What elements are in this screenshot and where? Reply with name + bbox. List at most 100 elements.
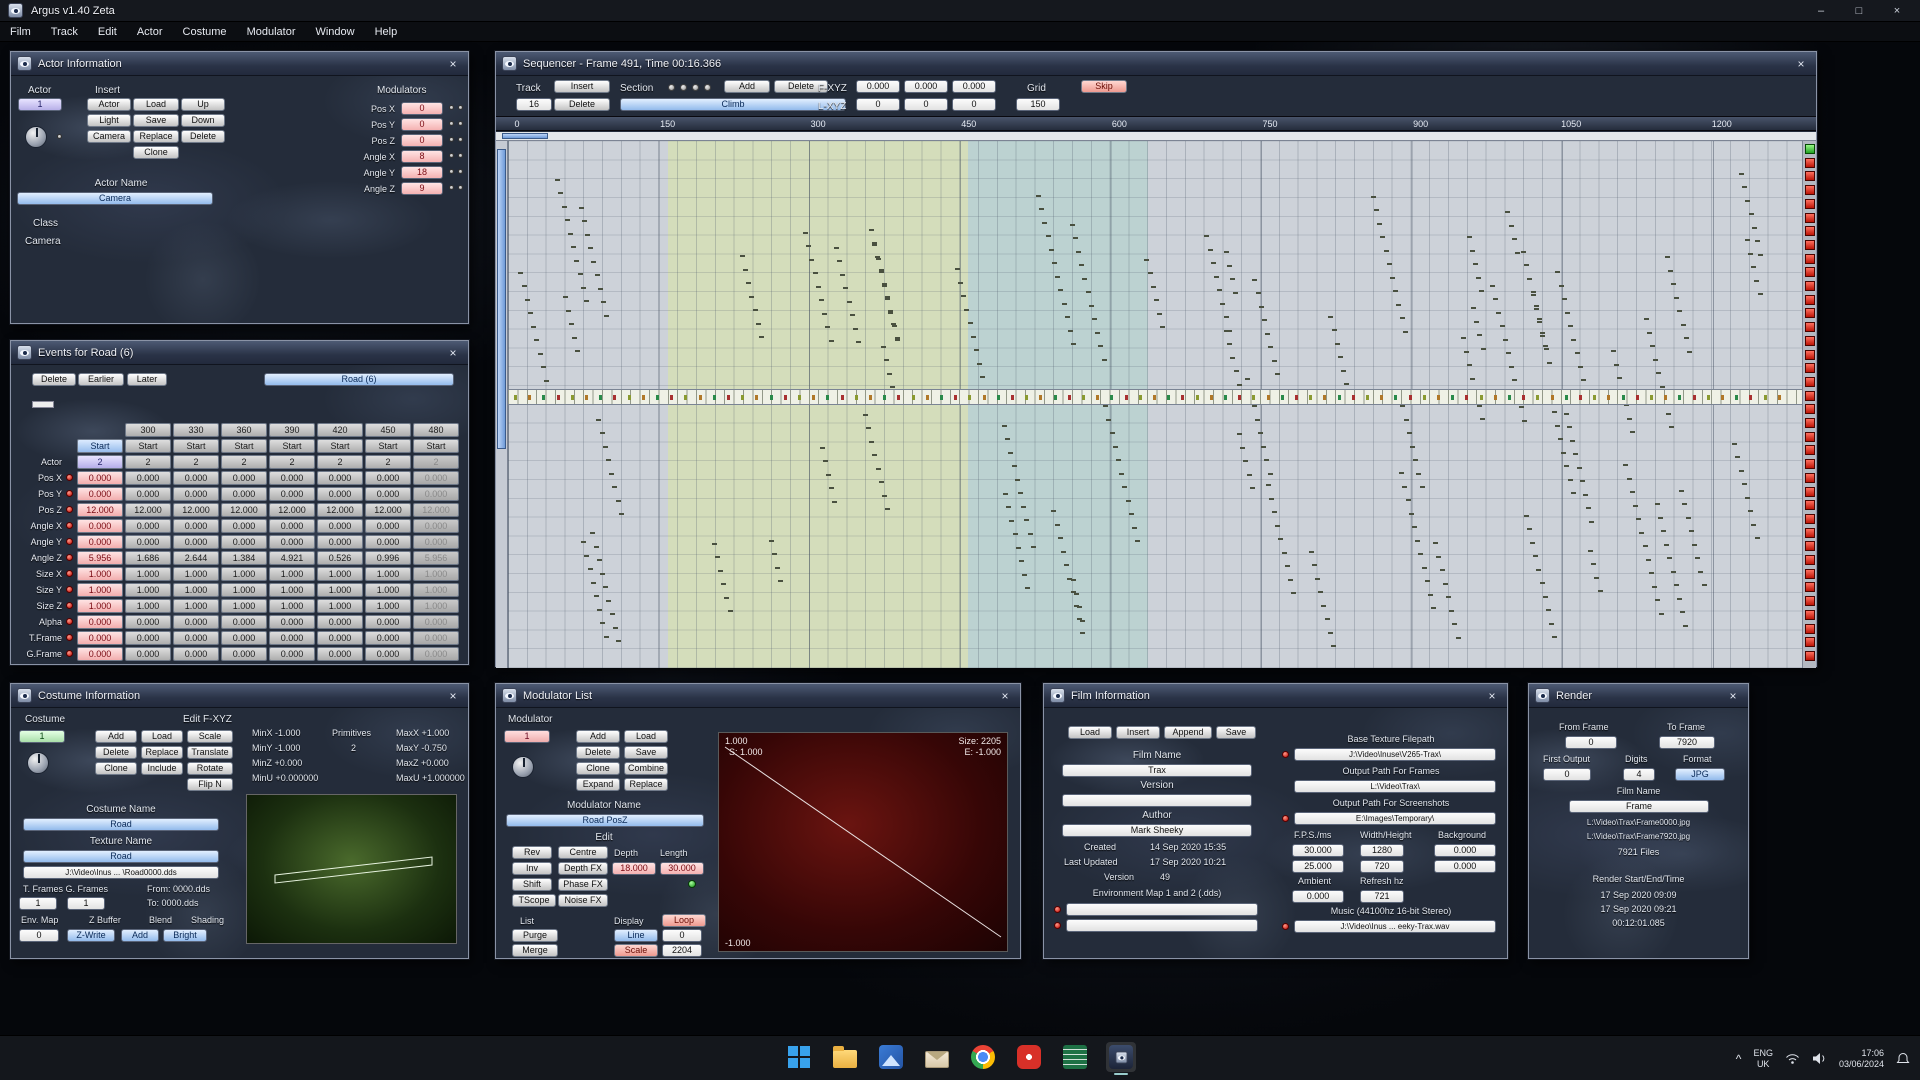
base-path-field[interactable]: J:\Video\Inuse\V265-Trax\ [1294,748,1496,761]
events-current-value[interactable]: 12.000 [77,503,123,517]
band-event-dot[interactable] [1749,395,1752,400]
event-mark[interactable] [1390,277,1395,279]
events-cell[interactable]: 1.000 [125,567,171,581]
event-mark[interactable] [1644,318,1649,320]
events-cell[interactable]: 1.000 [413,599,459,613]
clone-button[interactable]: Clone [133,146,179,159]
insert-button[interactable]: Insert [1116,726,1160,739]
band-event-dot[interactable] [983,395,986,400]
events-cell[interactable]: 1.000 [173,567,219,581]
track-mute-square[interactable] [1805,445,1815,455]
event-mark[interactable] [1758,293,1763,295]
events-cell[interactable]: 4.921 [269,551,315,565]
event-mark[interactable] [756,323,761,325]
event-mark[interactable] [1575,352,1580,354]
band-event-dot[interactable] [770,395,773,400]
band-event-dot[interactable] [1678,395,1681,400]
tray-expand-chevron-icon[interactable]: ^ [1736,1052,1742,1066]
modulator-mini-dot[interactable] [458,185,463,190]
event-mark[interactable] [1237,384,1242,386]
events-target-field[interactable]: Road (6) [264,373,454,386]
band-event-dot[interactable] [954,395,957,400]
loop-button[interactable]: Loop [662,914,706,927]
camera-button[interactable]: Camera [87,130,131,143]
event-mark[interactable] [1425,580,1430,582]
event-mark[interactable] [980,376,985,378]
record-dot[interactable] [66,522,73,529]
delete-event-button[interactable]: Delete [32,373,76,386]
events-cell[interactable]: 0.000 [221,471,267,485]
event-mark[interactable] [1002,425,1007,427]
app-titlebar[interactable]: Argus v1.40 Zeta [0,0,1920,22]
event-mark[interactable] [616,640,621,642]
minimize-icon[interactable] [1806,5,1836,17]
band-event-dot[interactable] [1508,395,1511,400]
event-mark[interactable] [718,570,723,572]
include-button[interactable]: Include [141,762,183,775]
event-mark[interactable] [1211,262,1216,264]
event-mark[interactable] [1461,337,1466,339]
events-cell[interactable]: 0.000 [269,519,315,533]
event-mark[interactable] [1331,645,1336,647]
event-mark[interactable] [1534,305,1539,307]
band-event-dot[interactable] [1522,395,1525,400]
band-event-dot[interactable] [755,395,758,400]
event-mark[interactable] [1144,259,1149,261]
inv-button[interactable]: Inv [512,862,552,875]
event-mark[interactable] [1436,556,1441,558]
band-event-dot[interactable] [1210,395,1213,400]
event-mark[interactable] [1739,173,1744,175]
event-mark[interactable] [1073,237,1078,239]
event-mark[interactable] [1262,319,1267,321]
event-mark[interactable] [597,609,602,611]
events-column-header[interactable]: 300 [125,423,171,437]
band-event-dot[interactable] [670,395,673,400]
event-mark[interactable] [1256,292,1261,294]
event-mark[interactable] [1204,235,1209,237]
event-mark[interactable] [1546,609,1551,611]
event-mark[interactable] [1652,586,1657,588]
event-mark[interactable] [778,580,783,582]
modulator-value-field[interactable]: 18 [401,166,443,179]
event-mark[interactable] [829,487,834,489]
event-mark[interactable] [1739,470,1744,472]
band-event-dot[interactable] [542,395,545,400]
events-cell[interactable]: 12.000 [269,503,315,517]
events-cell[interactable]: 0.000 [221,631,267,645]
event-mark[interactable] [1536,569,1541,571]
env1-field[interactable] [1066,903,1258,916]
lz-field[interactable]: 0 [952,98,996,111]
band-event-dot[interactable] [1650,395,1653,400]
close-icon[interactable] [1483,689,1501,703]
event-mark[interactable] [609,473,614,475]
event-mark[interactable] [1113,446,1118,448]
band-event-dot[interactable] [1281,395,1284,400]
record-dot[interactable] [66,490,73,497]
event-mark[interactable] [1443,583,1448,585]
event-mark[interactable] [1509,366,1514,368]
close-icon[interactable] [1882,5,1912,17]
media-app-button[interactable] [1014,1042,1044,1072]
track-mute-square[interactable] [1805,391,1815,401]
event-mark[interactable] [1402,486,1407,488]
event-mark[interactable] [1611,350,1616,352]
event-mark[interactable] [1565,312,1570,314]
menu-modulator[interactable]: Modulator [247,26,296,38]
event-mark[interactable] [1086,291,1091,293]
event-mark[interactable] [1627,418,1632,420]
event-mark[interactable] [1415,540,1420,542]
events-start-button[interactable]: Start [365,439,411,453]
event-mark[interactable] [1079,264,1084,266]
shots-path-field[interactable]: E:\Images\Temporary\ [1294,812,1496,825]
events-cell[interactable]: 0.000 [413,535,459,549]
event-mark[interactable] [1058,289,1063,291]
event-mark[interactable] [1265,333,1270,335]
event-mark[interactable] [1269,498,1274,500]
event-mark[interactable] [1224,316,1229,318]
events-cell[interactable]: 0.000 [365,487,411,501]
menu-window[interactable]: Window [315,26,354,38]
event-mark[interactable] [1019,560,1024,562]
events-cell[interactable]: 0.000 [125,535,171,549]
event-mark[interactable] [1751,266,1756,268]
events-cell[interactable]: 1.000 [269,599,315,613]
